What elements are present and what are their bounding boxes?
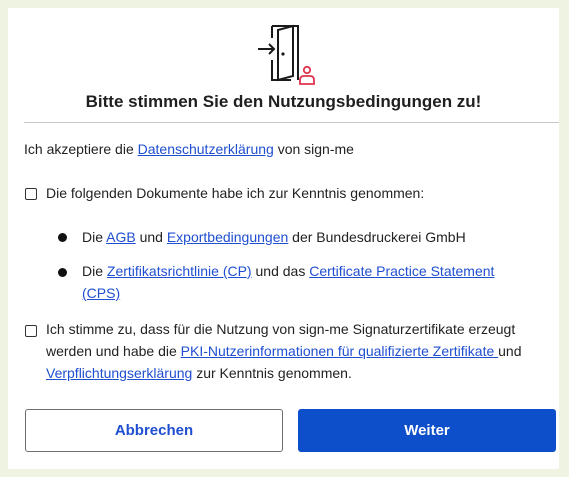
privacy-statement: Ich akzeptiere die Datenschutzerklärung … — [24, 138, 544, 160]
privacy-prefix: Ich akzeptiere die — [24, 141, 138, 157]
consent-mid: und — [498, 343, 522, 359]
door-enter-icon — [258, 24, 315, 85]
privacy-policy-link[interactable]: Datenschutzerklärung — [138, 141, 274, 157]
title-divider — [24, 122, 559, 123]
bullet2-prefix: Die — [82, 263, 107, 279]
bullet1-prefix: Die — [82, 229, 107, 245]
documents-checkbox[interactable] — [25, 188, 37, 200]
bullet-item-cp-cps: Die Zertifikatsrichtlinie (CP) und das C… — [82, 260, 522, 304]
consent-suffix: zur Kenntnis genommen. — [192, 365, 352, 381]
bullet2-mid: und das — [251, 263, 310, 279]
person-icon — [299, 65, 315, 85]
agb-link[interactable]: AGB — [106, 229, 136, 245]
dialog-hero — [8, 22, 559, 88]
bullet-dot — [58, 268, 67, 277]
pki-user-info-link[interactable]: PKI-Nutzerinformationen für qualifiziert… — [181, 343, 498, 359]
dialog-title: Bitte stimmen Sie den Nutzungsbedingunge… — [85, 92, 482, 111]
consent-checkbox-label[interactable]: Ich stimme zu, dass für die Nutzung von … — [46, 318, 556, 384]
bullet-dot — [58, 233, 67, 242]
terms-dialog: Bitte stimmen Sie den Nutzungsbedingunge… — [8, 8, 559, 469]
documents-checkbox-label[interactable]: Die folgenden Dokumente habe ich zur Ken… — [46, 182, 546, 204]
cancel-button[interactable]: Abbrechen — [25, 409, 283, 452]
bullet-item-agb: Die AGB und Exportbedingungen der Bundes… — [82, 226, 552, 248]
certificate-policy-link[interactable]: Zertifikatsrichtlinie (CP) — [107, 263, 252, 279]
next-button[interactable]: Weiter — [298, 409, 556, 452]
bullet1-mid: und — [135, 229, 167, 245]
export-conditions-link[interactable]: Exportbedingungen — [167, 229, 288, 245]
consent-checkbox[interactable] — [25, 325, 37, 337]
obligation-declaration-link[interactable]: Verpflichtungserklärung — [46, 365, 192, 381]
bullet1-suffix: der Bundesdruckerei GmbH — [288, 229, 466, 245]
privacy-suffix: von sign-me — [273, 141, 354, 157]
